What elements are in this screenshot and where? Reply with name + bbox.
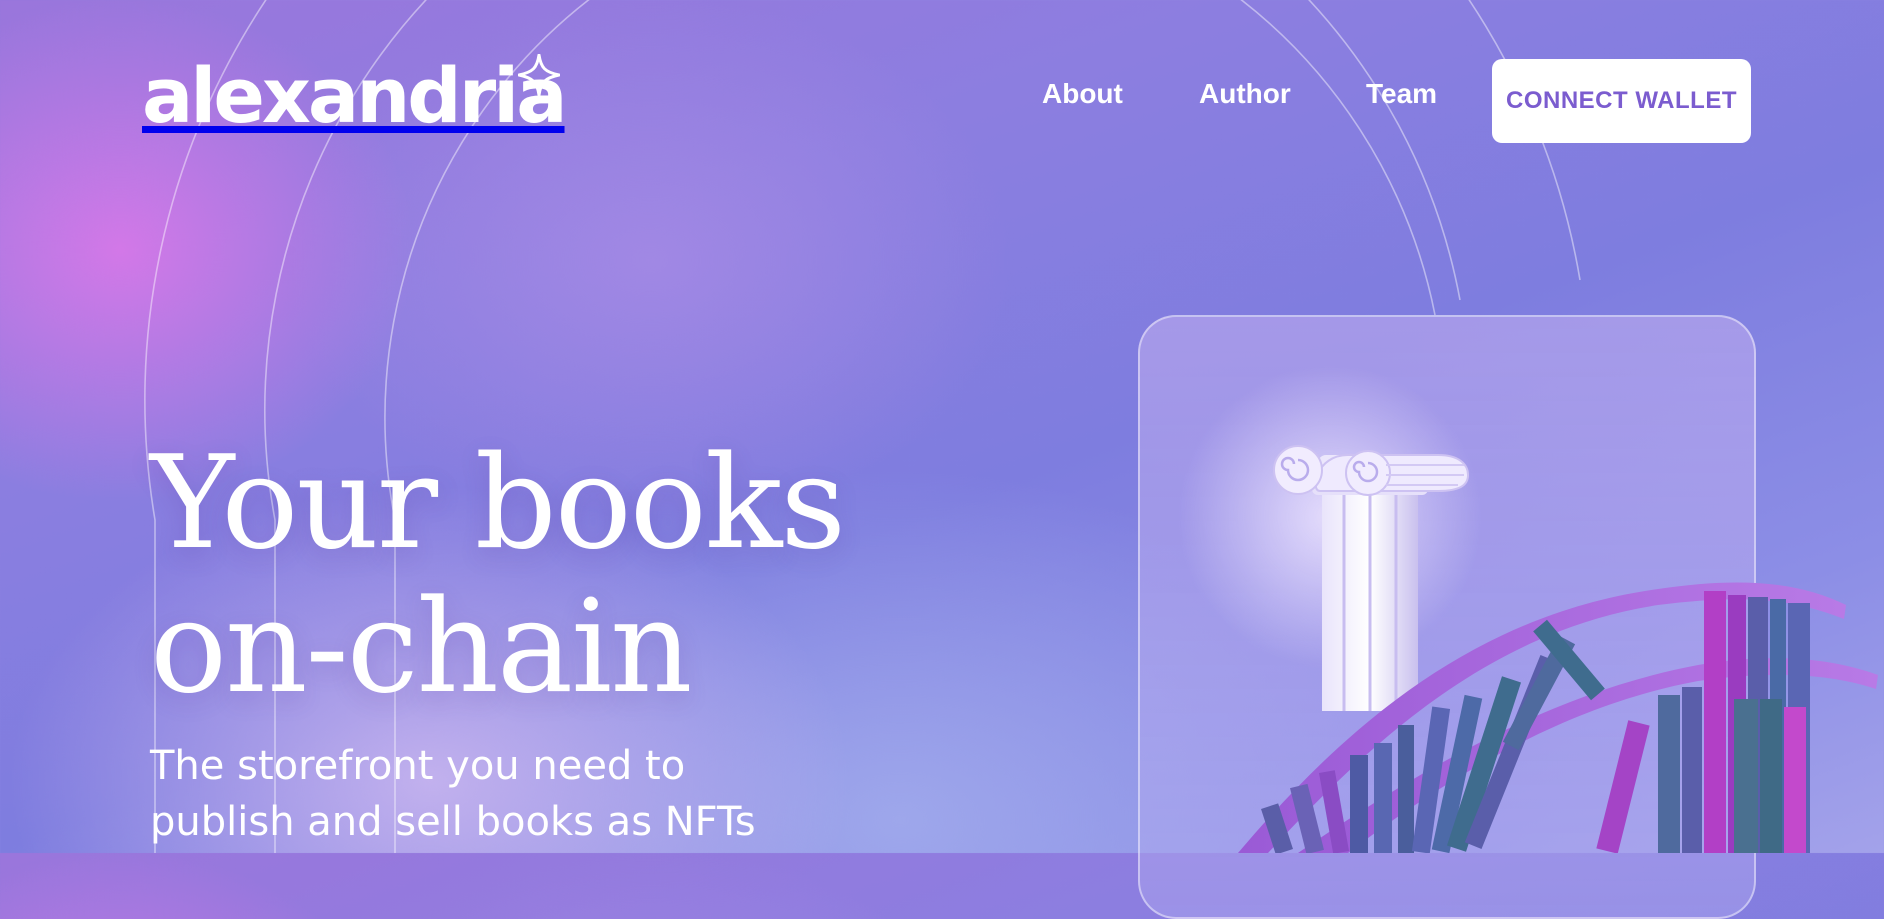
hero-title-line-2: on-chain — [150, 573, 693, 722]
hero-illustration — [1238, 445, 1878, 853]
hero-subtitle-line-1: The storefront you need to — [150, 743, 686, 789]
hero-subtitle: The storefront you need to publish and s… — [150, 738, 790, 850]
sparkle-star-icon — [518, 54, 560, 96]
hero-subtitle-line-2: publish and sell books as NFTs — [150, 799, 756, 845]
brand-name: alexandria — [142, 51, 568, 140]
nav-link-about[interactable]: About — [1042, 78, 1123, 110]
nav-link-author[interactable]: Author — [1199, 78, 1291, 110]
hero-title: Your books on-chain — [150, 432, 910, 720]
connect-wallet-button[interactable]: CONNECT WALLET — [1492, 59, 1751, 143]
hero-title-line-1: Your books — [150, 429, 846, 578]
nav-link-team[interactable]: Team — [1366, 78, 1437, 110]
brand-logo[interactable]: alexandria — [142, 51, 568, 140]
